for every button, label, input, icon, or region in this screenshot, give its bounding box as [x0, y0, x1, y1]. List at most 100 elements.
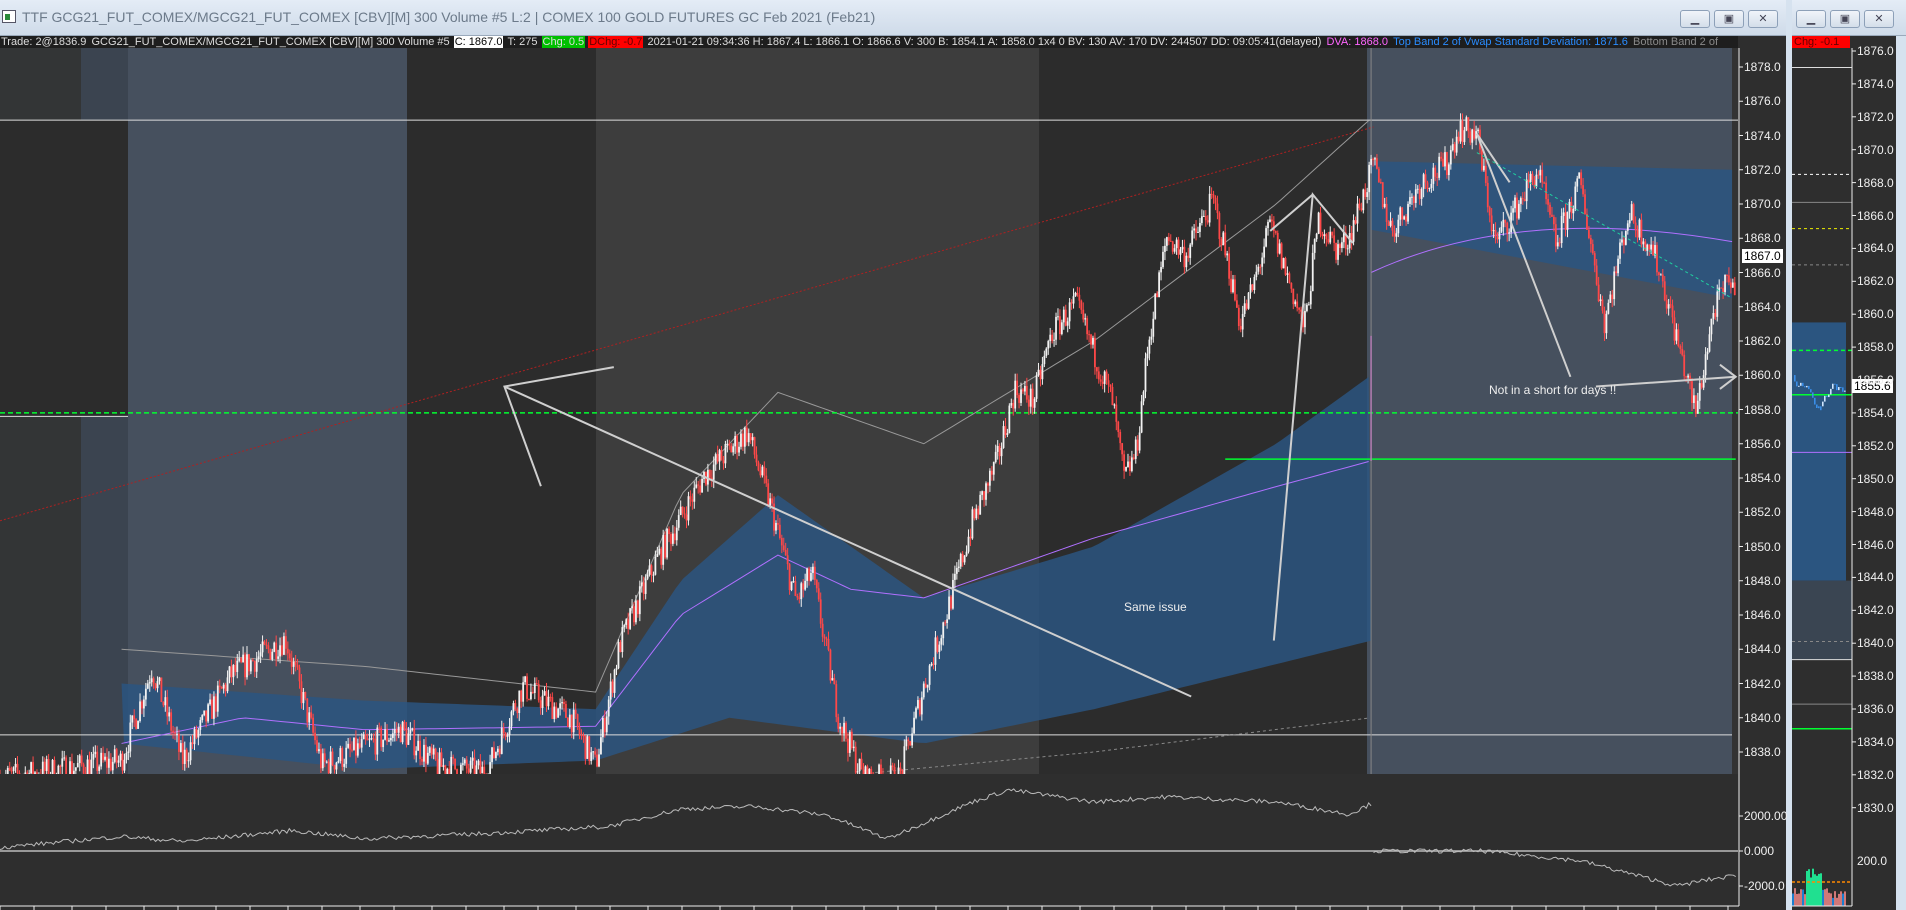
- candle: [1171, 241, 1174, 252]
- candle: [1189, 244, 1192, 258]
- candle: [996, 446, 999, 452]
- candle: [1333, 235, 1336, 243]
- price-axis-label: 1856.0: [1744, 436, 1781, 451]
- candle: [1068, 302, 1071, 322]
- candle: [714, 454, 717, 465]
- candle: [102, 752, 104, 760]
- price-chart[interactable]: [0, 0, 1786, 910]
- candle: [214, 696, 217, 712]
- candle: [220, 687, 223, 689]
- candle: [1430, 183, 1433, 188]
- candle: [990, 470, 993, 475]
- main-title-bar[interactable]: TTF GCG21_FUT_COMEX/MGCG21_FUT_COMEX [CB…: [0, 0, 1786, 36]
- candle: [432, 748, 435, 755]
- change-info: Chg: 0.5: [541, 36, 586, 48]
- candle: [1576, 178, 1579, 187]
- candle: [382, 739, 385, 748]
- candle: [1708, 334, 1711, 352]
- candle: [808, 568, 810, 581]
- candle: [1286, 273, 1289, 275]
- candle: [362, 734, 365, 740]
- candle: [277, 656, 280, 659]
- candle: [1726, 274, 1728, 276]
- candle: [1025, 386, 1028, 400]
- candle: [154, 683, 157, 689]
- candle: [1551, 214, 1553, 217]
- candle: [298, 667, 301, 682]
- side-close-button[interactable]: ✕: [1864, 10, 1894, 28]
- restore-button[interactable]: ▣: [1714, 10, 1744, 28]
- candle: [907, 739, 910, 742]
- close-button[interactable]: ✕: [1748, 10, 1778, 28]
- candle: [1175, 239, 1178, 249]
- candle: [1232, 279, 1234, 293]
- side-restore-button[interactable]: ▣: [1830, 10, 1860, 28]
- candle: [994, 451, 997, 463]
- candle: [1549, 204, 1551, 215]
- candle: [333, 765, 336, 770]
- candle: [1669, 304, 1672, 306]
- candle: [987, 483, 989, 486]
- candle: [578, 726, 581, 735]
- candle: [1222, 232, 1225, 246]
- candle: [759, 470, 762, 476]
- side-candle: [1804, 386, 1806, 388]
- candle: [677, 515, 680, 528]
- candle: [1436, 176, 1439, 178]
- candle: [1132, 457, 1135, 459]
- side-candle: [1836, 384, 1838, 391]
- candle: [1274, 231, 1277, 233]
- candle: [1588, 229, 1590, 239]
- side-price-axis-label: 1842.0: [1857, 603, 1894, 618]
- candle: [572, 709, 575, 733]
- candle: [1422, 174, 1425, 189]
- candle: [170, 712, 173, 731]
- candle: [720, 450, 723, 461]
- candle: [1504, 219, 1507, 223]
- candle: [526, 676, 528, 699]
- candle: [1407, 203, 1409, 222]
- candle: [1691, 381, 1693, 403]
- side-minimize-button[interactable]: ▁: [1796, 10, 1826, 28]
- candle: [203, 710, 206, 716]
- candle: [551, 697, 554, 720]
- candle: [615, 668, 618, 670]
- candle: [1049, 334, 1052, 342]
- candle: [1545, 182, 1548, 200]
- candle: [1541, 169, 1544, 183]
- candle: [813, 566, 816, 581]
- candle: [1700, 383, 1703, 388]
- candle: [304, 691, 307, 699]
- candle: [1584, 194, 1586, 215]
- candle: [942, 622, 945, 639]
- side-title-bar[interactable]: ▁ ▣ ✕: [1792, 0, 1906, 36]
- candle: [780, 537, 783, 546]
- candle: [1543, 182, 1546, 184]
- candle: [1006, 433, 1009, 435]
- candle: [1597, 284, 1600, 302]
- candle: [1212, 194, 1215, 198]
- minimize-button[interactable]: ▁: [1680, 10, 1710, 28]
- candle: [946, 619, 949, 624]
- candle: [535, 683, 538, 685]
- candle: [928, 665, 931, 685]
- candle: [61, 758, 64, 767]
- candle: [989, 470, 991, 486]
- candle: [627, 619, 630, 629]
- candle: [354, 737, 357, 756]
- candle: [30, 762, 33, 774]
- candle: [1202, 215, 1205, 217]
- candle: [1339, 244, 1341, 248]
- candle: [1218, 213, 1221, 239]
- candle: [1578, 172, 1581, 179]
- candle: [481, 766, 484, 774]
- candle: [495, 752, 497, 759]
- candle: [1617, 258, 1619, 274]
- side-candle: [1830, 388, 1832, 395]
- side-candle: [1798, 385, 1800, 387]
- candle: [364, 734, 367, 740]
- candle: [1393, 230, 1396, 237]
- candle: [1125, 467, 1127, 471]
- candle: [1611, 294, 1614, 300]
- candle: [1599, 299, 1602, 302]
